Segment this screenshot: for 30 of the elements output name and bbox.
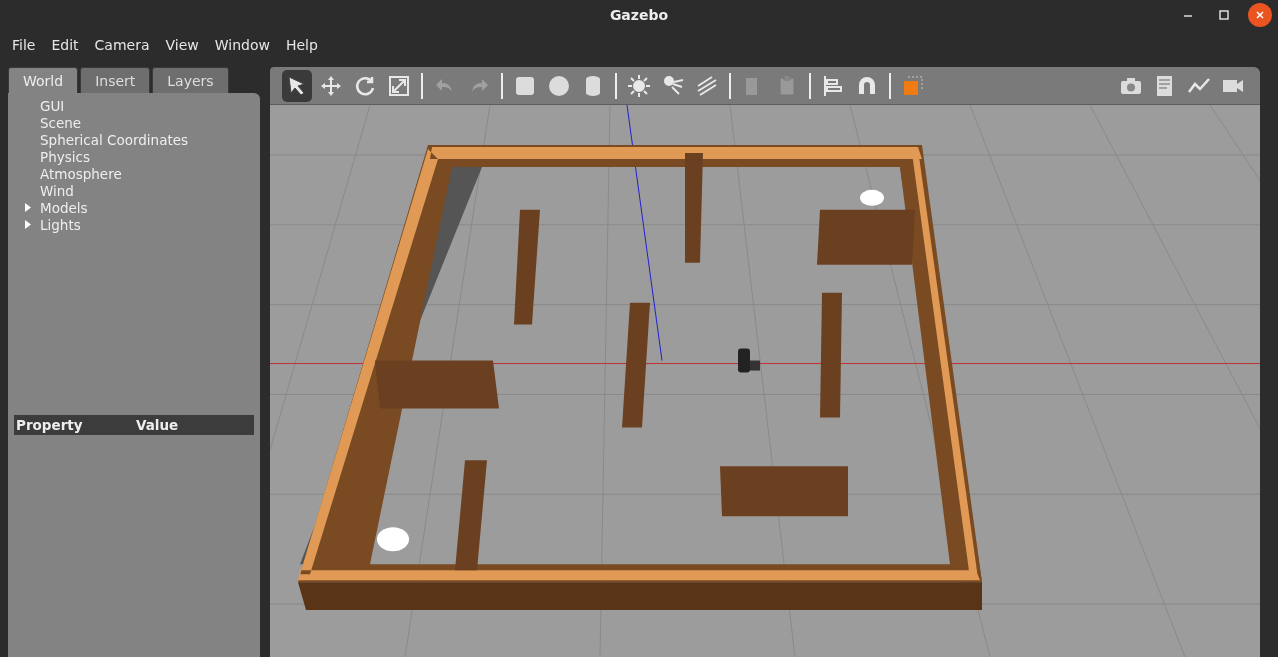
menu-item[interactable]: Camera xyxy=(86,37,158,53)
panel-tab[interactable]: Layers xyxy=(152,67,229,93)
tree-item[interactable]: Physics xyxy=(40,148,90,165)
tree-item[interactable]: Wind xyxy=(40,182,74,199)
robot-drawing xyxy=(738,348,760,373)
menu-item[interactable]: View xyxy=(157,37,207,53)
panel-tab[interactable]: World xyxy=(8,67,79,93)
ball-drawing xyxy=(860,189,884,206)
3d-viewport[interactable] xyxy=(270,105,1260,657)
tree-item[interactable]: Models xyxy=(40,199,88,216)
menu-item[interactable]: Help xyxy=(277,37,326,53)
select-tool-icon[interactable] xyxy=(282,69,312,102)
tree-item[interactable]: Lights xyxy=(40,216,81,233)
tree-item[interactable]: Scene xyxy=(40,114,82,131)
menu-item[interactable]: Edit xyxy=(43,37,87,53)
close-icon xyxy=(1255,10,1265,20)
column-header: Property xyxy=(15,417,84,433)
close-button[interactable] xyxy=(1248,3,1272,27)
menu-item[interactable]: File xyxy=(4,37,44,53)
tree-item[interactable]: Atmosphere xyxy=(40,165,122,182)
maximize-icon xyxy=(1219,10,1229,20)
panel-tab[interactable]: Insert xyxy=(80,67,151,93)
window-title: Gazebo xyxy=(609,7,669,23)
tree-item[interactable]: GUI xyxy=(40,97,65,114)
expand-arrow-icon[interactable] xyxy=(24,220,32,229)
menu-item[interactable]: Window xyxy=(206,37,278,53)
ball-drawing xyxy=(377,527,409,552)
expand-arrow-icon[interactable] xyxy=(24,203,32,212)
tree-item[interactable]: Spherical Coordinates xyxy=(40,131,189,148)
column-header: Value xyxy=(135,417,180,433)
